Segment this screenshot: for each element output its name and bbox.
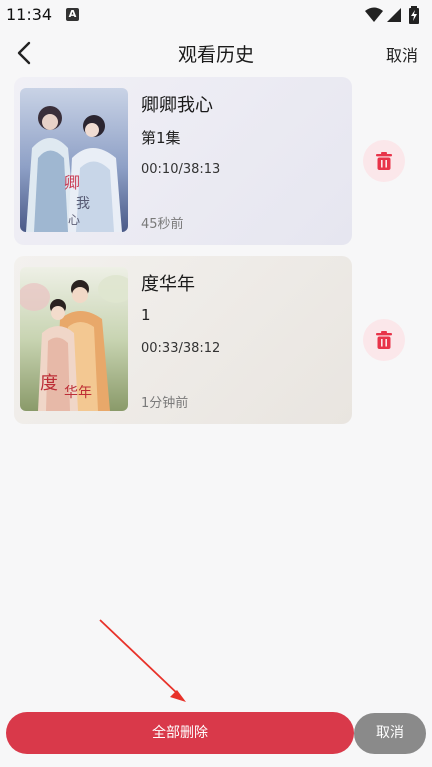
- bottom-cancel-button[interactable]: 取消: [354, 713, 426, 754]
- header: 观看历史 取消: [0, 30, 432, 76]
- trash-icon: [376, 331, 392, 349]
- watch-progress: 00:10/38:13: [141, 162, 221, 177]
- watched-time-ago: 45秒前: [141, 217, 184, 232]
- episode-label: 1: [141, 306, 151, 324]
- history-item[interactable]: 卿 我 心 卿卿我心 第1集 00:10/38:13 45秒前: [14, 77, 352, 245]
- drama-title: 度华年: [141, 274, 195, 295]
- delete-button[interactable]: [363, 319, 405, 361]
- status-bar: 11:34 A: [0, 0, 432, 30]
- status-icons: [364, 6, 426, 24]
- page-title: 观看历史: [177, 44, 254, 66]
- notification-icon: A: [66, 8, 79, 21]
- episode-label: 第1集: [141, 129, 181, 147]
- signal-icon: [387, 8, 401, 22]
- header-cancel-button[interactable]: 取消: [386, 42, 418, 66]
- trash-icon: [376, 152, 392, 170]
- svg-text:卿: 卿: [64, 173, 80, 192]
- delete-button[interactable]: [363, 140, 405, 182]
- poster-image: 卿 我 心: [20, 88, 128, 232]
- svg-text:心: 心: [68, 213, 80, 227]
- svg-text:华年: 华年: [64, 385, 92, 401]
- battery-icon: [409, 6, 419, 24]
- status-time: 11:34: [6, 5, 53, 24]
- delete-all-button[interactable]: 全部删除: [6, 712, 354, 754]
- watch-progress: 00:33/38:12: [141, 341, 221, 356]
- poster-image: 度 华年: [20, 267, 128, 411]
- svg-text:我: 我: [76, 196, 90, 212]
- watched-time-ago: 1分钟前: [141, 396, 189, 411]
- svg-text:度: 度: [40, 373, 58, 394]
- drama-title: 卿卿我心: [141, 95, 213, 116]
- history-item[interactable]: 度 华年 度华年 1 00:33/38:12 1分钟前: [14, 256, 352, 424]
- wifi-icon: [365, 7, 383, 22]
